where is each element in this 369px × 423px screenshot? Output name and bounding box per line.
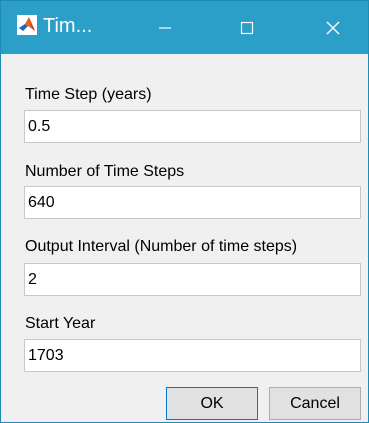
- output-interval-label: Output Interval (Number of time steps): [25, 238, 298, 255]
- output-interval-input[interactable]: [24, 263, 361, 296]
- matlab-logo-icon: [17, 15, 37, 35]
- start-year-input[interactable]: [24, 339, 361, 372]
- minimize-button[interactable]: [137, 1, 193, 54]
- window-title: Tim...: [43, 15, 93, 37]
- close-icon: [326, 21, 340, 34]
- maximize-icon: [240, 21, 254, 34]
- time-settings-dialog: Tim... Time Step (years) Number of Time …: [0, 0, 369, 423]
- num-steps-label: Number of Time Steps: [25, 163, 185, 180]
- close-button[interactable]: [305, 1, 361, 54]
- time-step-input[interactable]: [24, 110, 361, 143]
- maximize-button[interactable]: [219, 1, 275, 54]
- num-steps-input[interactable]: [24, 186, 361, 219]
- start-year-label: Start Year: [25, 315, 96, 332]
- minimize-icon: [159, 26, 171, 29]
- ok-button[interactable]: OK: [166, 387, 258, 420]
- title-bar[interactable]: Tim...: [1, 1, 368, 54]
- cancel-button[interactable]: Cancel: [269, 387, 361, 420]
- time-step-label: Time Step (years): [25, 86, 152, 103]
